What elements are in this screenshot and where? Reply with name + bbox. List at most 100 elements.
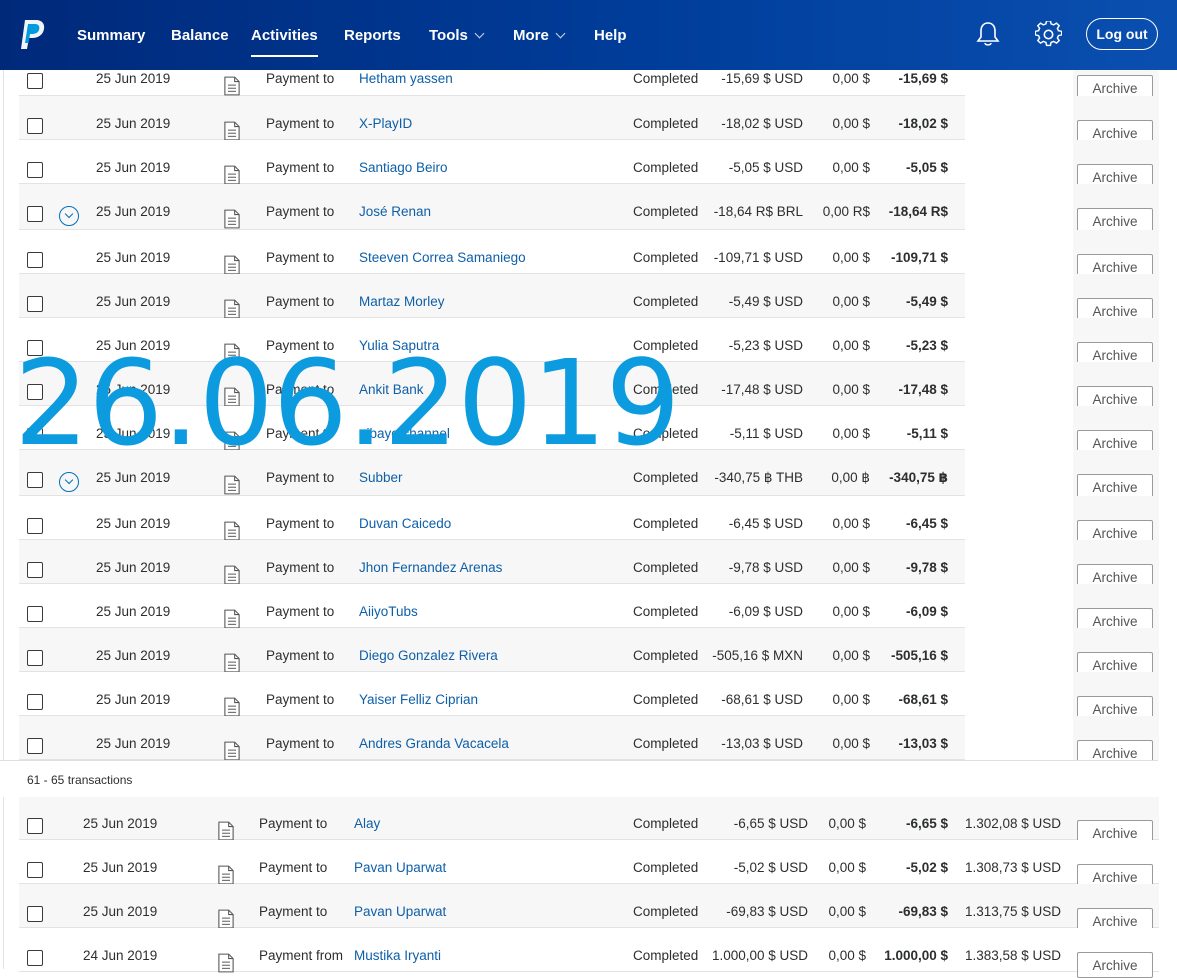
transaction-type: Payment to bbox=[266, 382, 335, 397]
transaction-type: Payment to bbox=[266, 160, 335, 175]
expand-chevron-icon[interactable] bbox=[59, 472, 79, 492]
document-icon bbox=[224, 741, 240, 761]
bell-icon[interactable] bbox=[975, 20, 1001, 48]
fee-amount: 0,00 $ bbox=[832, 250, 870, 265]
transaction-date: 25 Jun 2019 bbox=[96, 470, 171, 485]
transaction-date: 25 Jun 2019 bbox=[96, 426, 171, 441]
fee-amount: 0,00 R$ bbox=[822, 204, 870, 219]
transaction-status: Completed bbox=[633, 71, 699, 86]
transaction-date: 25 Jun 2019 bbox=[96, 382, 171, 397]
archive-button[interactable]: Archive bbox=[1077, 952, 1153, 978]
transaction-group-header: 61 - 65 transactions bbox=[0, 760, 1158, 797]
net-amount: -18,64 R$ bbox=[888, 204, 948, 219]
transaction-status: Completed bbox=[633, 116, 699, 131]
nav-balance[interactable]: Balance bbox=[171, 27, 229, 45]
gear-icon[interactable] bbox=[1035, 21, 1062, 48]
nav-reports[interactable]: Reports bbox=[344, 27, 401, 45]
counterparty-link[interactable]: AiiyoTubs bbox=[359, 604, 418, 620]
transaction-type: Payment to bbox=[266, 204, 335, 219]
counterparty-link[interactable]: Duvan Caicedo bbox=[359, 516, 451, 532]
transaction-date: 25 Jun 2019 bbox=[96, 116, 171, 131]
gross-amount: -5,23 $ USD bbox=[728, 338, 803, 353]
transaction-status: Completed bbox=[633, 648, 699, 663]
row-checkbox[interactable] bbox=[27, 162, 43, 178]
row-checkbox[interactable] bbox=[27, 694, 43, 710]
row-checkbox[interactable] bbox=[27, 606, 43, 622]
counterparty-link[interactable]: Pavan Uparwat bbox=[354, 904, 446, 920]
counterparty-link[interactable]: José Renan bbox=[359, 204, 431, 220]
row-checkbox[interactable] bbox=[27, 118, 43, 134]
fee-amount: 0,00 $ bbox=[828, 816, 866, 831]
counterparty-link[interactable]: Alay bbox=[354, 816, 380, 832]
net-amount: -5,02 $ bbox=[905, 860, 948, 875]
running-balance: 1.308,73 $ USD bbox=[964, 860, 1061, 875]
net-amount: -5,11 $ bbox=[906, 426, 948, 441]
transaction-status: Completed bbox=[633, 860, 699, 875]
transaction-date: 25 Jun 2019 bbox=[96, 250, 171, 265]
counterparty-link[interactable]: Jhon Fernandez Arenas bbox=[359, 560, 502, 576]
gross-amount: -505,16 $ MXN bbox=[712, 648, 803, 663]
document-icon bbox=[224, 255, 240, 275]
row-checkbox[interactable] bbox=[27, 206, 43, 222]
transaction-status: Completed bbox=[633, 382, 699, 397]
counterparty-link[interactable]: Yulia Saputra bbox=[359, 338, 439, 354]
running-balance: 1.383,58 $ USD bbox=[964, 948, 1061, 963]
row-checkbox[interactable] bbox=[27, 906, 43, 922]
fee-amount: 0,00 $ bbox=[832, 160, 870, 175]
row-checkbox[interactable] bbox=[27, 472, 43, 488]
row-checkbox[interactable] bbox=[27, 562, 43, 578]
logout-button[interactable]: Log out bbox=[1086, 18, 1158, 50]
counterparty-link[interactable]: aibaye channel bbox=[359, 426, 450, 442]
row-checkbox[interactable] bbox=[27, 518, 43, 534]
counterparty-link[interactable]: Andres Granda Vacacela bbox=[359, 736, 509, 752]
nav-summary[interactable]: Summary bbox=[77, 27, 145, 45]
counterparty-link[interactable]: X-PlayID bbox=[359, 116, 412, 132]
counterparty-link[interactable]: Diego Gonzalez Rivera bbox=[359, 648, 498, 664]
counterparty-link[interactable]: Steeven Correa Samaniego bbox=[359, 250, 526, 266]
counterparty-link[interactable]: Subber bbox=[359, 470, 403, 486]
nav-more-label: More bbox=[513, 27, 549, 44]
counterparty-link[interactable]: Martaz Morley bbox=[359, 294, 445, 310]
chevron-down-icon bbox=[474, 28, 485, 39]
nav-tools[interactable]: Tools bbox=[429, 27, 485, 45]
nav-more[interactable]: More bbox=[513, 27, 566, 45]
row-checkbox[interactable] bbox=[27, 73, 43, 89]
expand-chevron-icon[interactable] bbox=[59, 206, 79, 226]
gross-amount: -18,02 $ USD bbox=[721, 116, 803, 131]
row-checkbox[interactable] bbox=[27, 950, 43, 966]
document-icon bbox=[224, 209, 240, 229]
row-checkbox[interactable] bbox=[27, 252, 43, 268]
fee-amount: 0,00 $ bbox=[832, 294, 870, 309]
fee-amount: 0,00 $ bbox=[832, 516, 870, 531]
nav-help[interactable]: Help bbox=[594, 27, 627, 45]
chevron-down-icon bbox=[555, 28, 566, 39]
row-checkbox[interactable] bbox=[27, 818, 43, 834]
row-checkbox[interactable] bbox=[27, 428, 43, 444]
document-icon bbox=[224, 387, 240, 407]
running-balance: 1.302,08 $ USD bbox=[964, 816, 1061, 831]
row-checkbox[interactable] bbox=[27, 862, 43, 878]
table-row: 25 Jun 2019 Payment to Yulia Saputra Comple… bbox=[19, 318, 1159, 368]
top-nav: Summary Balance Activities Reports Tools… bbox=[0, 0, 1177, 70]
row-checkbox[interactable] bbox=[27, 384, 43, 400]
net-amount: -505,16 $ bbox=[890, 648, 948, 663]
transaction-type: Payment to bbox=[266, 470, 335, 485]
counterparty-link[interactable]: Pavan Uparwat bbox=[354, 860, 446, 876]
row-checkbox[interactable] bbox=[27, 296, 43, 312]
transaction-date: 25 Jun 2019 bbox=[96, 160, 171, 175]
row-checkbox[interactable] bbox=[27, 340, 43, 356]
row-checkbox[interactable] bbox=[27, 650, 43, 666]
paypal-logo[interactable] bbox=[19, 20, 45, 50]
counterparty-link[interactable]: Hetham yassen bbox=[359, 71, 453, 87]
table-row: 25 Jun 2019 Payment to Diego Gonzalez Rive… bbox=[19, 628, 1159, 678]
counterparty-link[interactable]: Yaiser Felliz Ciprian bbox=[359, 692, 478, 708]
table-row: 25 Jun 2019 Payment to Jhon Fernandez Aren… bbox=[19, 540, 1159, 590]
nav-activities[interactable]: Activities bbox=[251, 27, 318, 57]
counterparty-link[interactable]: Mustika Iryanti bbox=[354, 948, 441, 964]
table-row: 25 Jun 2019 Payment to Yaiser Felliz Cipri… bbox=[19, 672, 1159, 722]
counterparty-link[interactable]: Santiago Beiro bbox=[359, 160, 448, 176]
row-checkbox[interactable] bbox=[27, 738, 43, 754]
table-row: 25 Jun 2019 Payment to Santiago Beiro Compl… bbox=[19, 140, 1159, 190]
gross-amount: -13,03 $ USD bbox=[721, 736, 803, 751]
counterparty-link[interactable]: Ankit Bank bbox=[359, 382, 424, 398]
